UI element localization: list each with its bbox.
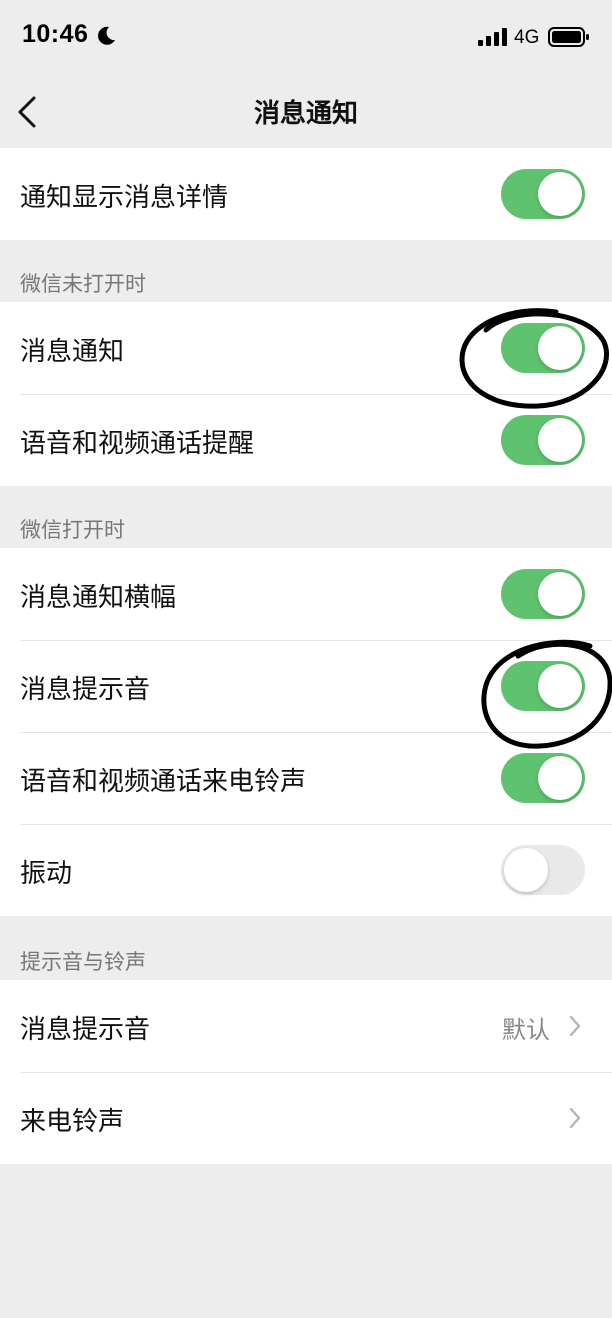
section-header-closed: 微信未打开时 [20,272,146,296]
signal-icon [478,28,507,46]
section-sounds: 消息提示音 默认 来电铃声 [0,980,612,1164]
setting-value: 默认 [502,1016,550,1044]
section-header-sounds: 提示音与铃声 [20,950,146,974]
chevron-right-icon [569,1107,581,1129]
setting-row-show-details[interactable]: 通知显示消息详情 [0,148,612,240]
setting-label: 消息通知横幅 [20,583,177,613]
call-ringtone-toggle[interactable] [501,753,585,803]
setting-row-vibration[interactable]: 振动 [0,824,612,916]
status-bar: 10:46 4G [0,0,612,76]
nav-bar: 消息通知 [0,76,612,148]
setting-label: 语音和视频通话提醒 [20,429,255,459]
setting-label: 振动 [20,859,73,889]
toggle-knob [538,572,582,616]
section-top: 通知显示消息详情 [0,148,612,240]
toggle-knob [538,172,582,216]
section-closed: 消息通知 语音和视频通话提醒 [0,302,612,486]
setting-row-message-tone[interactable]: 消息提示音 默认 [0,980,612,1072]
message-notification-toggle[interactable] [501,323,585,373]
toggle-knob [538,756,582,800]
setting-label: 消息提示音 [20,675,151,705]
setting-row-message-sound[interactable]: 消息提示音 [0,640,612,732]
toggle-knob [538,418,582,462]
setting-label: 通知显示消息详情 [20,183,229,213]
setting-row-ringtone[interactable]: 来电铃声 [0,1072,612,1164]
battery-icon [548,27,589,47]
toggle-knob [538,664,582,708]
vibration-toggle[interactable] [501,845,585,895]
notification-banner-toggle[interactable] [501,569,585,619]
section-open: 消息通知横幅 消息提示音 语音和视频通话来电铃声 振动 [0,548,612,916]
chevron-right-icon [569,1015,581,1037]
toggle-knob [538,326,582,370]
show-details-toggle[interactable] [501,169,585,219]
toggle-knob [504,848,548,892]
setting-label: 语音和视频通话来电铃声 [20,767,307,797]
section-header-open: 微信打开时 [20,518,125,542]
call-reminder-toggle[interactable] [501,415,585,465]
setting-row-notification-banner[interactable]: 消息通知横幅 [0,548,612,640]
setting-label: 消息提示音 [20,1015,151,1045]
setting-row-call-ringtone[interactable]: 语音和视频通话来电铃声 [0,732,612,824]
moon-icon [98,26,115,45]
setting-row-message-notification[interactable]: 消息通知 [0,302,612,394]
message-sound-toggle[interactable] [501,661,585,711]
network-label: 4G [514,27,540,48]
setting-label: 消息通知 [20,337,125,367]
page-title: 消息通知 [253,99,358,129]
setting-row-call-reminder[interactable]: 语音和视频通话提醒 [0,394,612,486]
status-time: 10:46 [22,20,89,48]
setting-label: 来电铃声 [20,1107,125,1137]
